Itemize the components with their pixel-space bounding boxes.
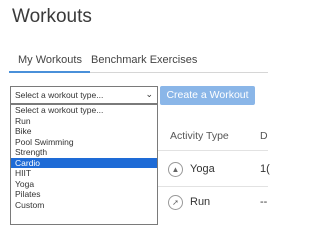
run-icon: ➚	[168, 195, 183, 210]
column-header-d[interactable]: D	[260, 130, 268, 142]
row-divider	[158, 150, 268, 151]
column-header-activity-type[interactable]: Activity Type	[170, 130, 229, 142]
workout-type-select[interactable]: Select a workout type... ⌄	[10, 86, 158, 104]
option-pool-swimming[interactable]: Pool Swimming	[11, 137, 157, 148]
option-custom[interactable]: Custom	[11, 200, 157, 211]
row-divider	[158, 186, 268, 187]
yoga-icon: ▲	[168, 162, 183, 177]
option-bike[interactable]: Bike	[11, 126, 157, 137]
row-value: --	[260, 196, 268, 208]
create-workout-button[interactable]: Create a Workout	[160, 86, 255, 105]
option-hiit[interactable]: HIIT	[11, 168, 157, 179]
option-strength[interactable]: Strength	[11, 147, 157, 158]
row-value: 1(	[260, 163, 270, 175]
option-placeholder[interactable]: Select a workout type...	[11, 105, 157, 116]
activity-type: Run	[190, 196, 211, 208]
option-pilates[interactable]: Pilates	[11, 189, 157, 200]
tab-my-workouts[interactable]: My Workouts	[9, 54, 90, 73]
chevron-down-icon: ⌄	[145, 89, 153, 99]
tab-benchmark-exercises[interactable]: Benchmark Exercises	[91, 54, 197, 66]
tab-bar: My Workouts Benchmark Exercises	[9, 51, 268, 73]
option-yoga[interactable]: Yoga	[11, 179, 157, 190]
workout-type-dropdown: Select a workout type... Run Bike Pool S…	[10, 104, 158, 225]
page-title: Workouts	[12, 6, 92, 27]
option-cardio[interactable]: Cardio	[11, 157, 157, 168]
activity-type: Yoga	[190, 163, 215, 175]
option-run[interactable]: Run	[11, 116, 157, 127]
workout-type-select-value: Select a workout type...	[15, 90, 104, 100]
